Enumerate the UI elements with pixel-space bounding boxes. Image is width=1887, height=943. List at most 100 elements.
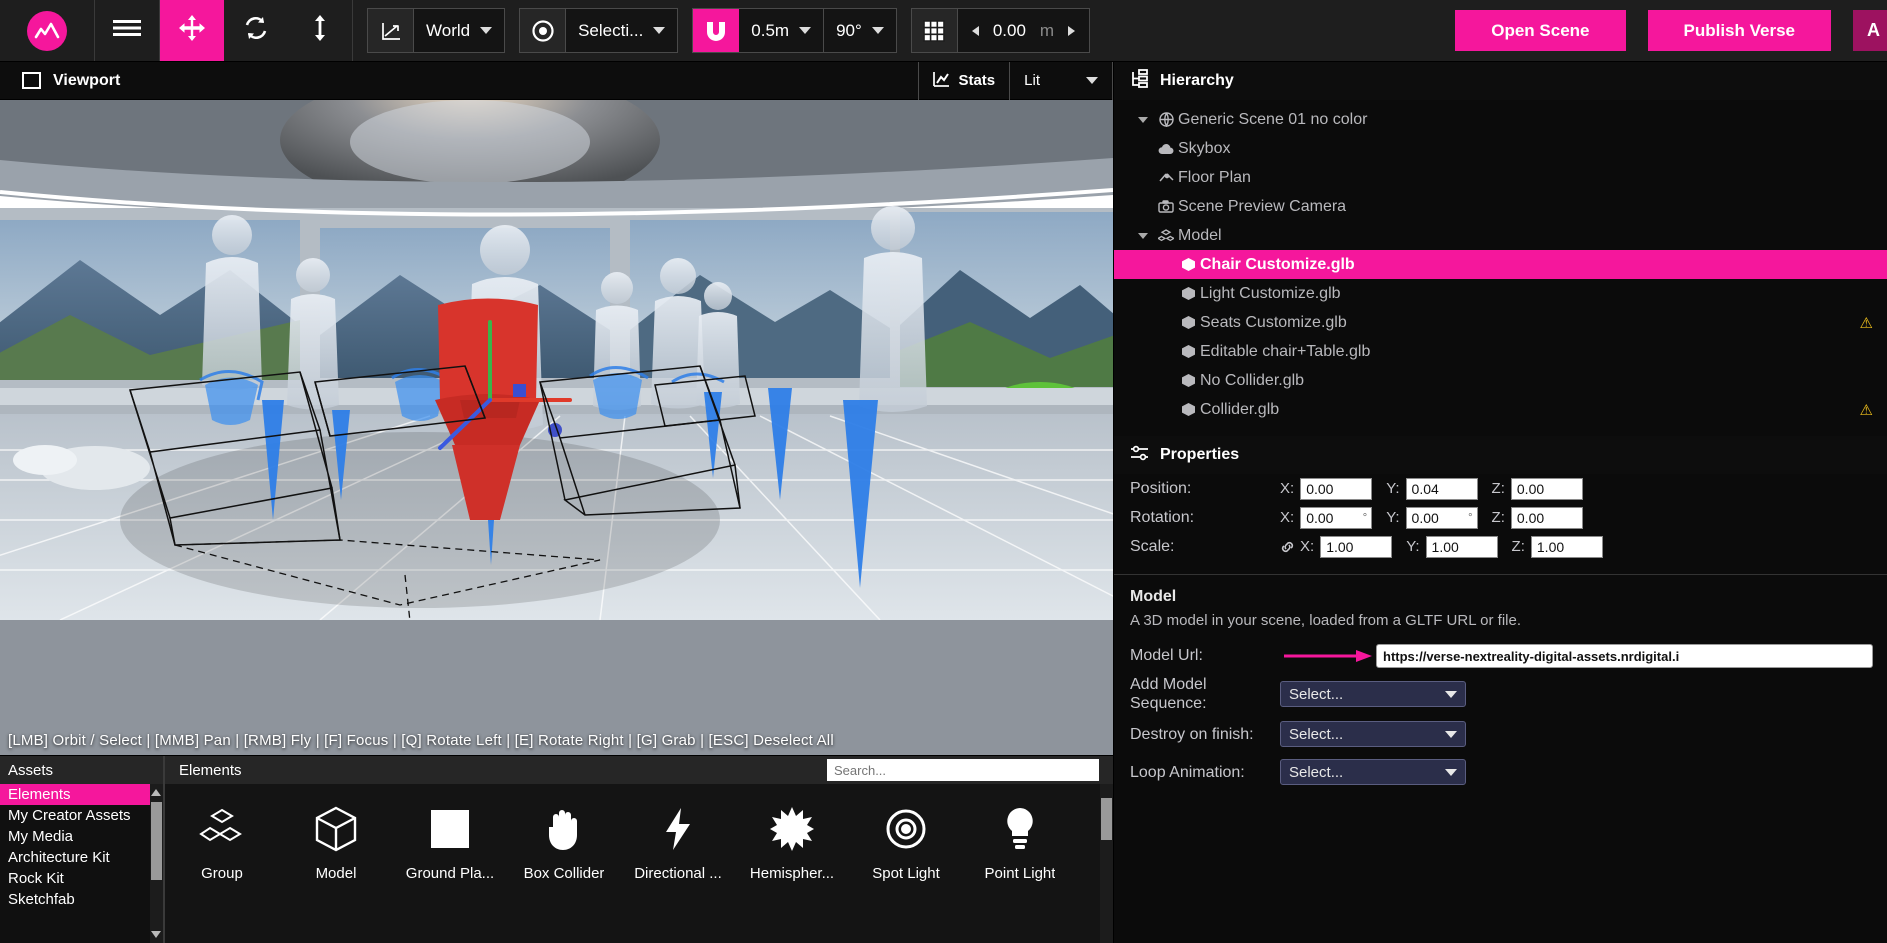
element-spot-light[interactable]: Spot Light bbox=[849, 806, 963, 882]
scale-z-input[interactable]: 1.00 bbox=[1530, 535, 1603, 558]
rotate-tool-icon bbox=[243, 16, 269, 45]
hierarchy-item-no-collider[interactable]: No Collider.glb bbox=[1114, 366, 1887, 395]
loop-animation-select[interactable]: Select... bbox=[1280, 759, 1466, 785]
chevron-down-icon bbox=[1445, 768, 1457, 776]
rotation-label: Rotation: bbox=[1130, 508, 1195, 526]
scale-tool-button[interactable] bbox=[288, 0, 352, 61]
position-z-input[interactable]: 0.00 bbox=[1510, 477, 1583, 500]
right-panel: Hierarchy Generic Scene 01 no color Skyb… bbox=[1113, 62, 1887, 943]
assets-category-my-creator-assets[interactable]: My Creator Assets bbox=[0, 805, 163, 826]
hierarchy-item-model-group[interactable]: Model bbox=[1114, 221, 1887, 250]
grid-increment-icon[interactable] bbox=[1068, 25, 1076, 36]
value: 0.00 bbox=[1516, 480, 1545, 497]
element-label: Ground Pla... bbox=[405, 865, 495, 882]
scale-label: Scale: bbox=[1130, 537, 1175, 555]
shading-mode-value: Lit bbox=[1024, 72, 1040, 89]
element-label: Hemispher... bbox=[749, 865, 835, 882]
magnet-snap-icon[interactable] bbox=[693, 9, 740, 52]
scale-x-input[interactable]: 1.00 bbox=[1320, 535, 1393, 558]
rotation-z-input[interactable]: 0.00 bbox=[1510, 506, 1583, 529]
hierarchy-item-skybox[interactable]: Skybox bbox=[1114, 134, 1887, 163]
pivot-mode-select[interactable]: Selecti... bbox=[566, 9, 677, 52]
element-ground-plane[interactable]: Ground Pla... bbox=[393, 806, 507, 882]
element-group[interactable]: Group bbox=[165, 806, 279, 882]
element-label: Point Light bbox=[984, 865, 1056, 882]
warning-icon[interactable]: ⚠ bbox=[1860, 314, 1873, 332]
menu-button[interactable] bbox=[95, 0, 159, 61]
element-box-collider[interactable]: Box Collider bbox=[507, 806, 621, 882]
axis-gizmo-icon bbox=[368, 9, 414, 52]
cube-outline-icon bbox=[314, 806, 358, 852]
scale-y-input[interactable]: 1.00 bbox=[1425, 535, 1498, 558]
hierarchy-item-editable-chair-table[interactable]: Editable chair+Table.glb bbox=[1114, 337, 1887, 366]
hierarchy-item-seats-customize[interactable]: Seats Customize.glb ⚠ bbox=[1114, 308, 1887, 337]
expand-toggle[interactable] bbox=[1132, 232, 1154, 239]
viewport-frame-icon bbox=[22, 72, 41, 89]
assets-category-rock-kit[interactable]: Rock Kit bbox=[0, 868, 163, 889]
value: 1.00 bbox=[1431, 538, 1459, 555]
position-y-input[interactable]: 0.04 bbox=[1405, 477, 1478, 500]
grid-icon[interactable] bbox=[911, 9, 958, 52]
element-label: Spot Light bbox=[872, 865, 940, 882]
mountain-logo-icon bbox=[27, 10, 67, 51]
chevron-down-icon bbox=[1138, 116, 1148, 123]
model-url-input[interactable]: https://verse-nextreality-digital-assets… bbox=[1376, 644, 1873, 668]
element-point-light[interactable]: Point Light bbox=[963, 806, 1077, 882]
stats-toggle[interactable]: Stats bbox=[918, 61, 1009, 100]
app-logo[interactable] bbox=[0, 0, 95, 61]
publish-verse-button[interactable]: Publish Verse bbox=[1647, 10, 1831, 51]
sliders-icon bbox=[1130, 445, 1149, 466]
assets-category-my-media[interactable]: My Media bbox=[0, 826, 163, 847]
model-section-description: A 3D model in your scene, loaded from a … bbox=[1130, 612, 1522, 629]
warning-icon[interactable]: ⚠ bbox=[1860, 401, 1873, 419]
destroy-on-finish-select[interactable]: Select... bbox=[1280, 721, 1466, 747]
assets-category-list[interactable]: Elements My Creator Assets My Media Arch… bbox=[0, 784, 163, 943]
element-model[interactable]: Model bbox=[279, 806, 393, 882]
search-input[interactable] bbox=[827, 759, 1099, 781]
hierarchy-item-collider[interactable]: Collider.glb ⚠ bbox=[1114, 395, 1887, 424]
shading-mode-select[interactable]: Lit bbox=[1009, 61, 1113, 100]
rotation-x-input[interactable]: 0.00 ° bbox=[1300, 506, 1373, 529]
hierarchy-item-floor-plan[interactable]: Floor Plan bbox=[1114, 163, 1887, 192]
globe-icon bbox=[1154, 112, 1178, 127]
hierarchy-item-scene-preview-camera[interactable]: Scene Preview Camera bbox=[1114, 192, 1887, 221]
open-scene-button[interactable]: Open Scene bbox=[1455, 10, 1626, 51]
coord-space-group: World bbox=[367, 8, 506, 53]
assets-categories: Assets Elements My Creator Assets My Med… bbox=[0, 756, 165, 943]
scrollbar-thumb[interactable] bbox=[1101, 798, 1112, 840]
destroy-on-finish-label: Destroy on finish: bbox=[1130, 725, 1254, 743]
viewport-title: Viewport bbox=[53, 71, 121, 89]
scroll-down-icon[interactable] bbox=[151, 931, 161, 938]
grid-height-stepper[interactable]: 0.00 m bbox=[958, 9, 1089, 52]
grid-decrement-icon[interactable] bbox=[971, 25, 979, 36]
account-avatar[interactable]: A bbox=[1853, 10, 1887, 51]
grid-height-value: 0.00 bbox=[992, 20, 1026, 40]
rotation-y-input[interactable]: 0.00 ° bbox=[1405, 506, 1478, 529]
scrollbar-thumb[interactable] bbox=[151, 802, 162, 880]
viewport-canvas[interactable]: [LMB] Orbit / Select | [MMB] Pan | [RMB]… bbox=[0, 100, 1113, 755]
hierarchy-item-light-customize[interactable]: Light Customize.glb bbox=[1114, 279, 1887, 308]
hierarchy-item-chair-customize[interactable]: Chair Customize.glb bbox=[1114, 250, 1887, 279]
rotate-tool-button[interactable] bbox=[224, 0, 288, 61]
element-hemisphere-light[interactable]: Hemispher... bbox=[735, 806, 849, 882]
assets-category-elements[interactable]: Elements bbox=[0, 784, 163, 805]
elements-scrollbar[interactable] bbox=[1100, 784, 1113, 943]
assets-category-architecture-kit[interactable]: Architecture Kit bbox=[0, 847, 163, 868]
viewport-controls: Stats Lit bbox=[918, 61, 1113, 100]
snap-rotate-select[interactable]: 90° bbox=[824, 9, 896, 52]
element-directional-light[interactable]: Directional ... bbox=[621, 806, 735, 882]
assets-category-scrollbar[interactable] bbox=[150, 784, 163, 943]
chain-link-icon[interactable] bbox=[1280, 540, 1295, 554]
move-tool-button[interactable] bbox=[160, 0, 224, 61]
snap-translate-select[interactable]: 0.5m bbox=[739, 9, 823, 52]
cube-icon bbox=[1176, 344, 1200, 359]
hierarchy-item-generic-scene[interactable]: Generic Scene 01 no color bbox=[1114, 105, 1887, 134]
value: 0.00 bbox=[1516, 509, 1545, 526]
add-model-sequence-select[interactable]: Select... bbox=[1280, 681, 1466, 707]
scroll-up-icon[interactable] bbox=[151, 789, 161, 796]
position-x-input[interactable]: 0.00 bbox=[1300, 477, 1373, 500]
coord-space-select[interactable]: World bbox=[414, 9, 504, 52]
expand-toggle[interactable] bbox=[1132, 116, 1154, 123]
assets-category-sketchfab[interactable]: Sketchfab bbox=[0, 889, 163, 910]
